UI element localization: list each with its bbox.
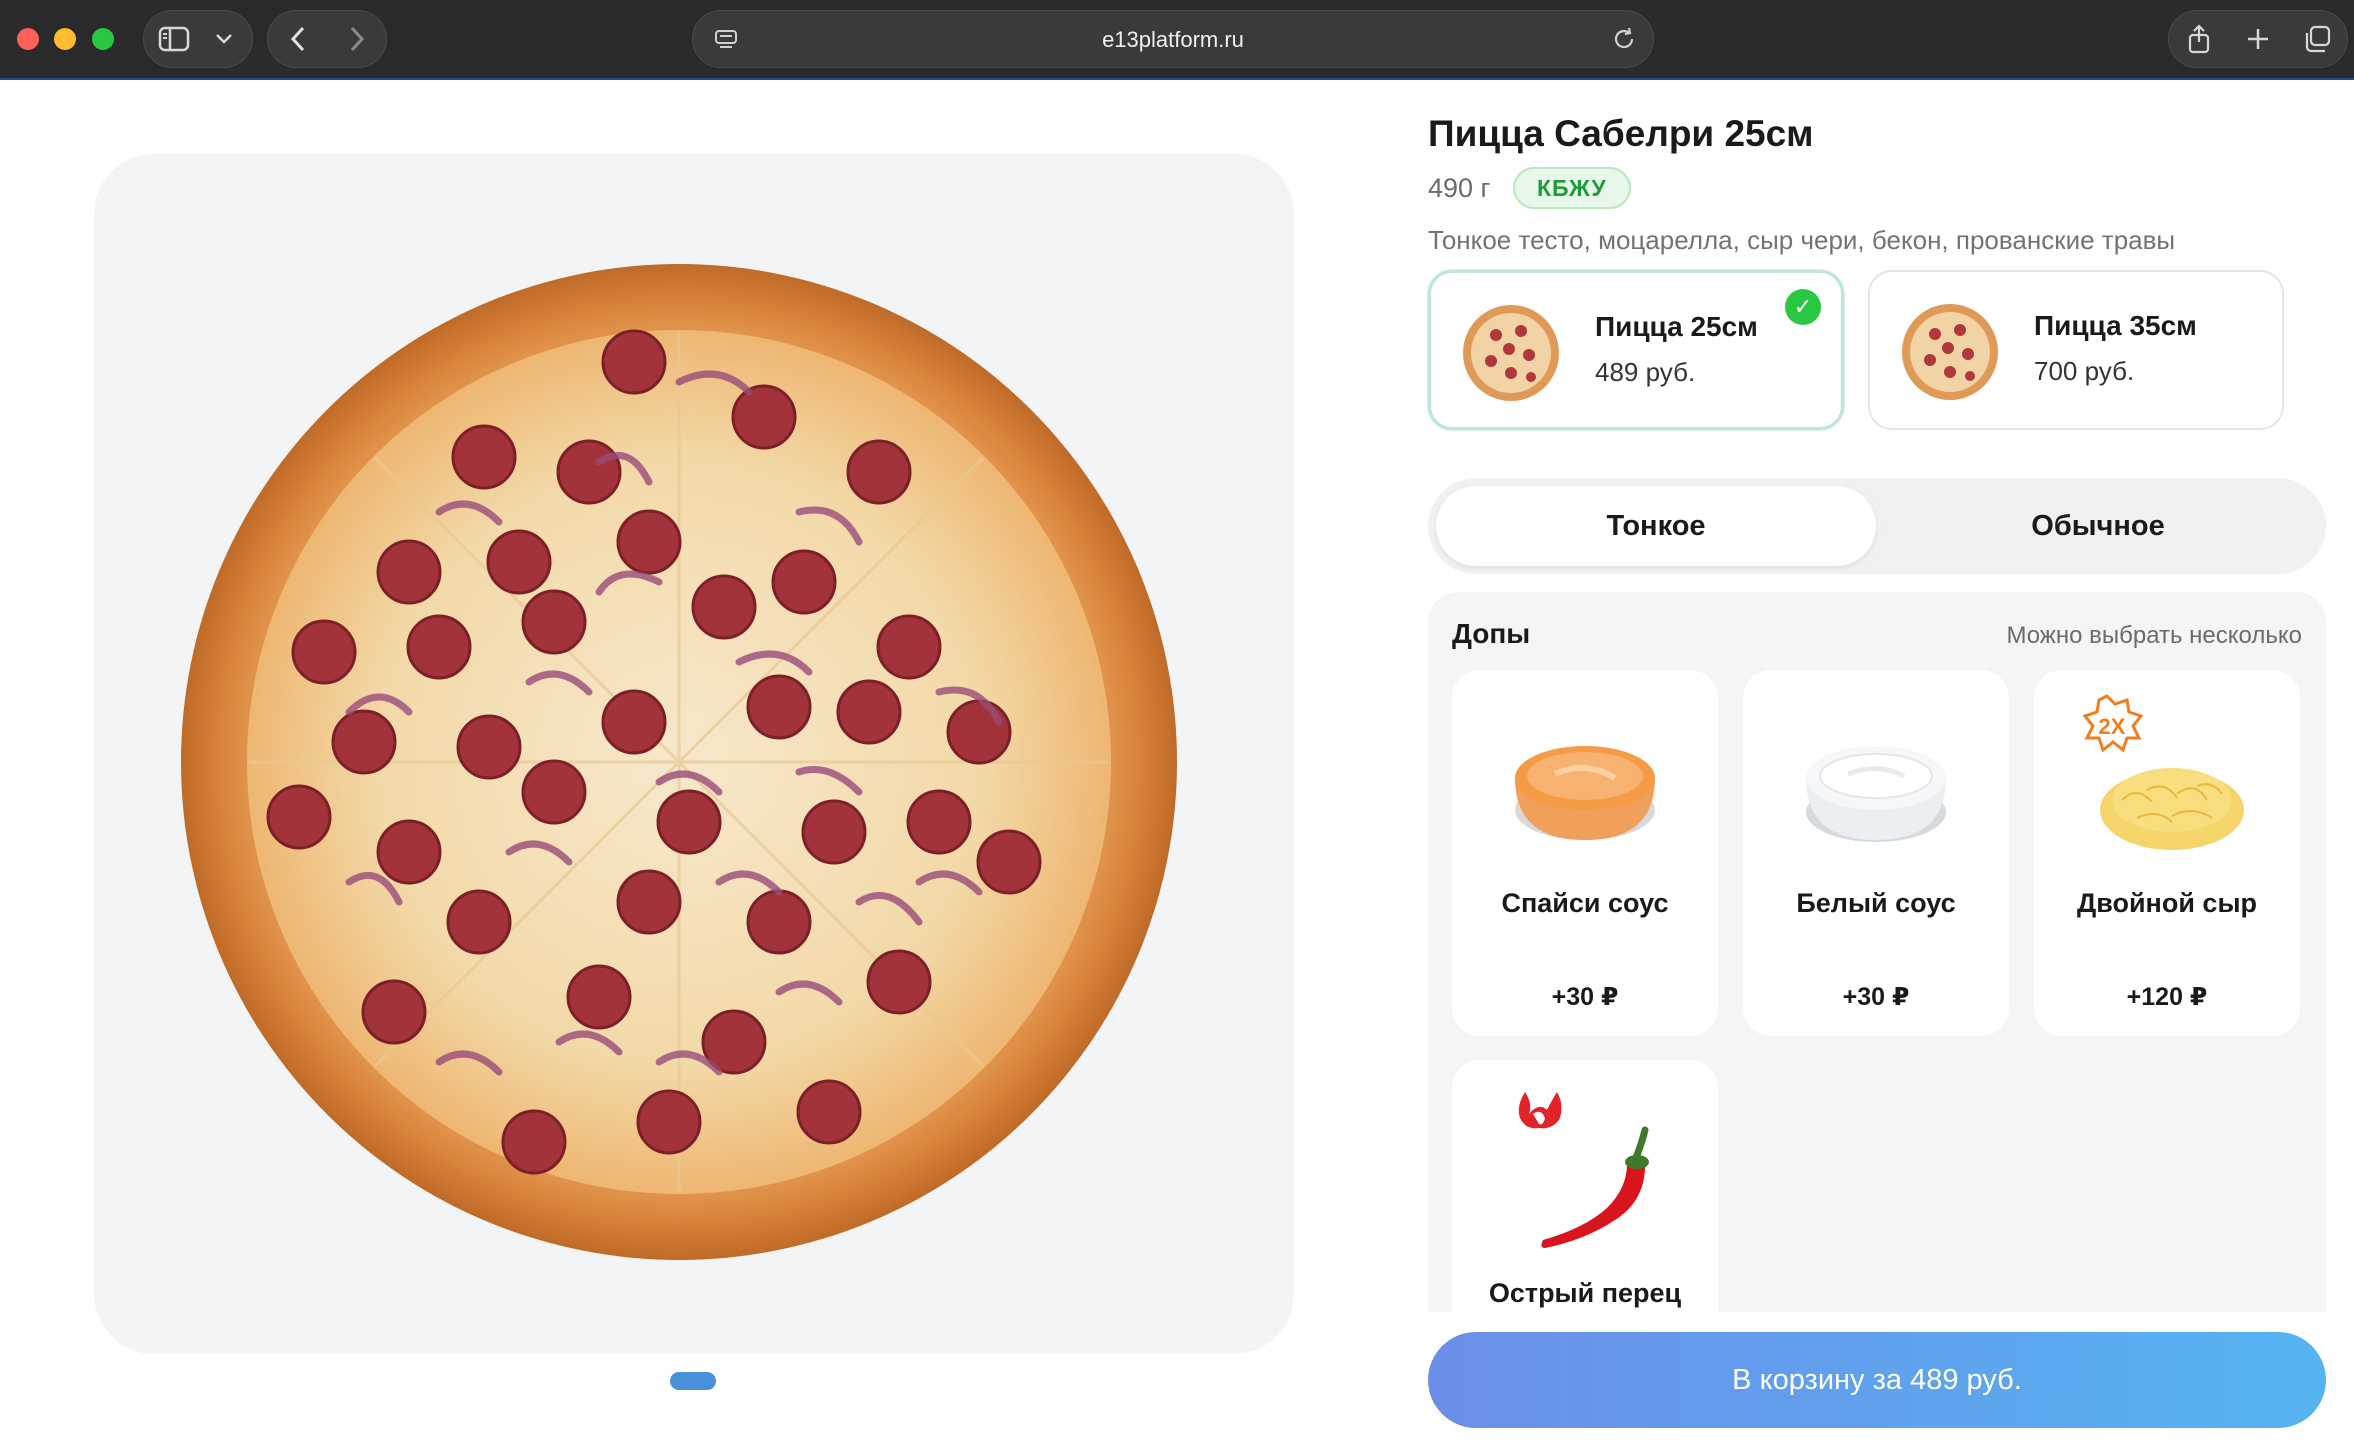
check-icon: ✓ (1785, 289, 1821, 325)
salami-slice (486, 529, 552, 595)
salami-slice (501, 1109, 567, 1175)
salami-slice (946, 699, 1012, 765)
salami-slice (331, 709, 397, 775)
tab-overview-icon[interactable] (2288, 10, 2347, 68)
gallery-page-indicator[interactable] (670, 1372, 716, 1390)
zoom-window-button[interactable] (92, 28, 114, 50)
sidebar-toggle-group (143, 10, 253, 68)
addon-card[interactable]: Белый соус +30 ₽ (1743, 670, 2009, 1036)
salami-slice (406, 614, 472, 680)
size-option-35[interactable]: Пицца 35см 700 руб. (1868, 270, 2284, 430)
spicy-sauce-icon (1515, 746, 1655, 840)
size-price: 489 руб. (1595, 357, 1696, 387)
salami-slice (906, 789, 972, 855)
window-actions-group (2168, 10, 2348, 68)
salami-slice (291, 619, 357, 685)
salami-slice (846, 439, 912, 505)
add-to-cart-button[interactable]: В корзину за 489 руб. (1428, 1332, 2326, 1428)
svg-text:2X: 2X (2099, 714, 2126, 739)
salami-slice (976, 829, 1042, 895)
chevron-down-icon[interactable] (204, 10, 244, 68)
salami-slice (866, 949, 932, 1015)
reload-icon[interactable] (1611, 26, 1637, 52)
pizza-thumbnail-icon (1463, 305, 1559, 401)
salami-slice (556, 439, 622, 505)
addon-name: Острый перец (1488, 1278, 1682, 1308)
addon-price: +30 ₽ (1842, 983, 1910, 1011)
dough-type-toggle: Тонкое Обычное (1428, 478, 2326, 574)
addon-price: +30 ₽ (1551, 983, 1619, 1011)
salami-slice (521, 589, 587, 655)
salami-slice (656, 789, 722, 855)
navigation-group (267, 10, 387, 68)
salami-slice (836, 679, 902, 745)
browser-toolbar: e13platform.ru (0, 0, 2354, 80)
addons-title: Допы (1452, 618, 1531, 649)
dough-option-regular[interactable]: Обычное (1878, 486, 2318, 566)
salami-slice (376, 819, 442, 885)
addon-name: Спайси соус (1501, 888, 1669, 918)
salami-slice (876, 614, 942, 680)
chili-pepper-icon (1518, 1092, 1649, 1248)
pizza-image (181, 264, 1177, 1260)
salami-slice (566, 964, 632, 1030)
salami-slice (796, 1079, 862, 1145)
product-description: Тонкое тесто, моцарелла, сыр чери, бекон… (1428, 225, 2176, 255)
salami-slice (691, 574, 757, 640)
dough-option-thin[interactable]: Тонкое (1436, 486, 1876, 566)
addons-section: Допы Можно выбрать несколько Спайси соус… (1428, 592, 2326, 1312)
sidebar-icon[interactable] (144, 10, 204, 68)
salami-slice (601, 329, 667, 395)
salami-slice (601, 689, 667, 755)
product-weight: 490 г (1428, 173, 1491, 203)
url-text: e13platform.ru (1102, 27, 1244, 52)
size-name: Пицца 35см (2034, 310, 2197, 341)
addon-card[interactable]: 2X Двойной сыр +120 ₽ (2034, 670, 2300, 1036)
addon-name: Двойной сыр (2076, 888, 2258, 918)
product-title: Пицца Сабелри 25см (1428, 113, 1814, 154)
salami-slice (616, 509, 682, 575)
size-name: Пицца 25см (1595, 311, 1758, 342)
pizza-thumbnail-icon (1902, 304, 1998, 400)
product-image-gallery (94, 154, 1294, 1354)
salami-slice (731, 384, 797, 450)
addon-price: +120 ₽ (2126, 983, 2208, 1011)
back-icon[interactable] (268, 10, 327, 68)
double-cheese-icon: 2X (2082, 694, 2244, 850)
addon-card[interactable]: Спайси соус +30 ₽ (1452, 670, 1718, 1036)
salami-slice (361, 979, 427, 1045)
salami-slice (376, 539, 442, 605)
salami-slice (616, 869, 682, 935)
salami-slice (771, 549, 837, 615)
addon-name: Белый соус (1796, 888, 1956, 918)
address-bar[interactable]: e13platform.ru (692, 10, 1654, 68)
nutrition-badge[interactable]: КБЖУ (1513, 167, 1631, 209)
addon-card[interactable]: Острый перец (1452, 1060, 1718, 1312)
salami-slice (456, 714, 522, 780)
white-sauce-icon (1806, 746, 1946, 842)
share-icon[interactable] (2169, 10, 2228, 68)
close-window-button[interactable] (17, 28, 39, 50)
salami-slice (266, 784, 332, 850)
forward-icon[interactable] (327, 10, 386, 68)
salami-slice (801, 799, 867, 865)
new-tab-icon[interactable] (2228, 10, 2287, 68)
addons-hint: Можно выбрать несколько (2006, 622, 2302, 649)
salami-slice (521, 759, 587, 825)
salami-slice (636, 1089, 702, 1155)
salami-slice (451, 424, 517, 490)
salami-slice (746, 889, 812, 955)
size-option-25[interactable]: Пицца 25см 489 руб. ✓ (1428, 270, 1844, 430)
salami-slice (746, 674, 812, 740)
minimize-window-button[interactable] (54, 28, 76, 50)
size-price: 700 руб. (2034, 356, 2135, 386)
salami-slice (446, 889, 512, 955)
